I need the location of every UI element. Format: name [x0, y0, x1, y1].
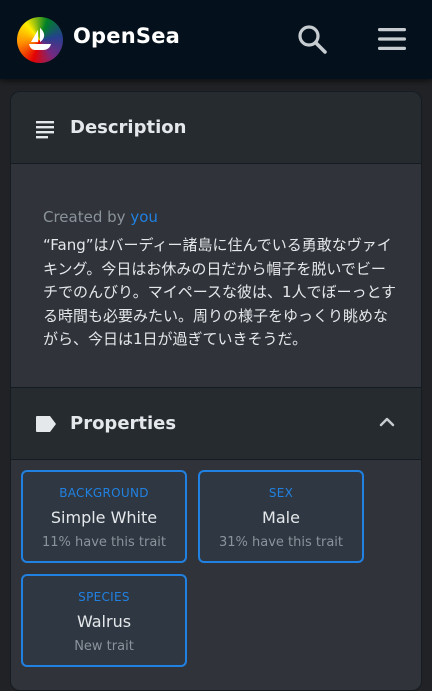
label-icon — [36, 416, 56, 432]
trait-card-species[interactable]: SPECIES Walrus New trait — [21, 574, 187, 667]
description-title: Description — [70, 117, 187, 138]
search-icon[interactable] — [296, 23, 328, 55]
description-body: Created by you “Fang”はバーディー諸島に住んでいる勇敢なヴァ… — [11, 164, 421, 388]
trait-type: SEX — [268, 486, 294, 500]
description-header: Description — [11, 92, 421, 164]
properties-header[interactable]: Properties — [11, 388, 421, 460]
top-navbar: OpenSea — [0, 0, 432, 79]
ship-icon — [29, 28, 51, 50]
created-by-line: Created by you — [43, 208, 158, 226]
properties-body: BACKGROUND Simple White 11% have this tr… — [11, 460, 421, 690]
trait-type: BACKGROUND — [59, 486, 149, 500]
opensea-logo[interactable] — [17, 17, 63, 63]
properties-title: Properties — [70, 413, 177, 434]
menu-icon[interactable] — [376, 26, 408, 52]
trait-value: Male — [262, 508, 300, 527]
brand-name[interactable]: OpenSea — [73, 24, 180, 48]
item-details-card: Description Created by you “Fang”はバーディー諸… — [10, 91, 422, 691]
trait-card-sex[interactable]: SEX Male 31% have this trait — [198, 470, 364, 563]
trait-rarity: New trait — [74, 639, 134, 654]
trait-rarity: 31% have this trait — [218, 535, 344, 550]
chevron-up-icon[interactable] — [377, 412, 397, 432]
created-by-label: Created by — [43, 208, 126, 226]
description-text: “Fang”はバーディー諸島に住んでいる勇敢なヴァイキング。今日はお休みの日だか… — [43, 236, 397, 348]
trait-rarity: 11% have this trait — [41, 535, 167, 550]
trait-type: SPECIES — [78, 590, 130, 604]
creator-link[interactable]: you — [130, 208, 158, 226]
subject-icon — [36, 121, 54, 139]
trait-card-background[interactable]: BACKGROUND Simple White 11% have this tr… — [21, 470, 187, 563]
trait-value: Simple White — [50, 508, 158, 527]
trait-value: Walrus — [76, 612, 132, 631]
